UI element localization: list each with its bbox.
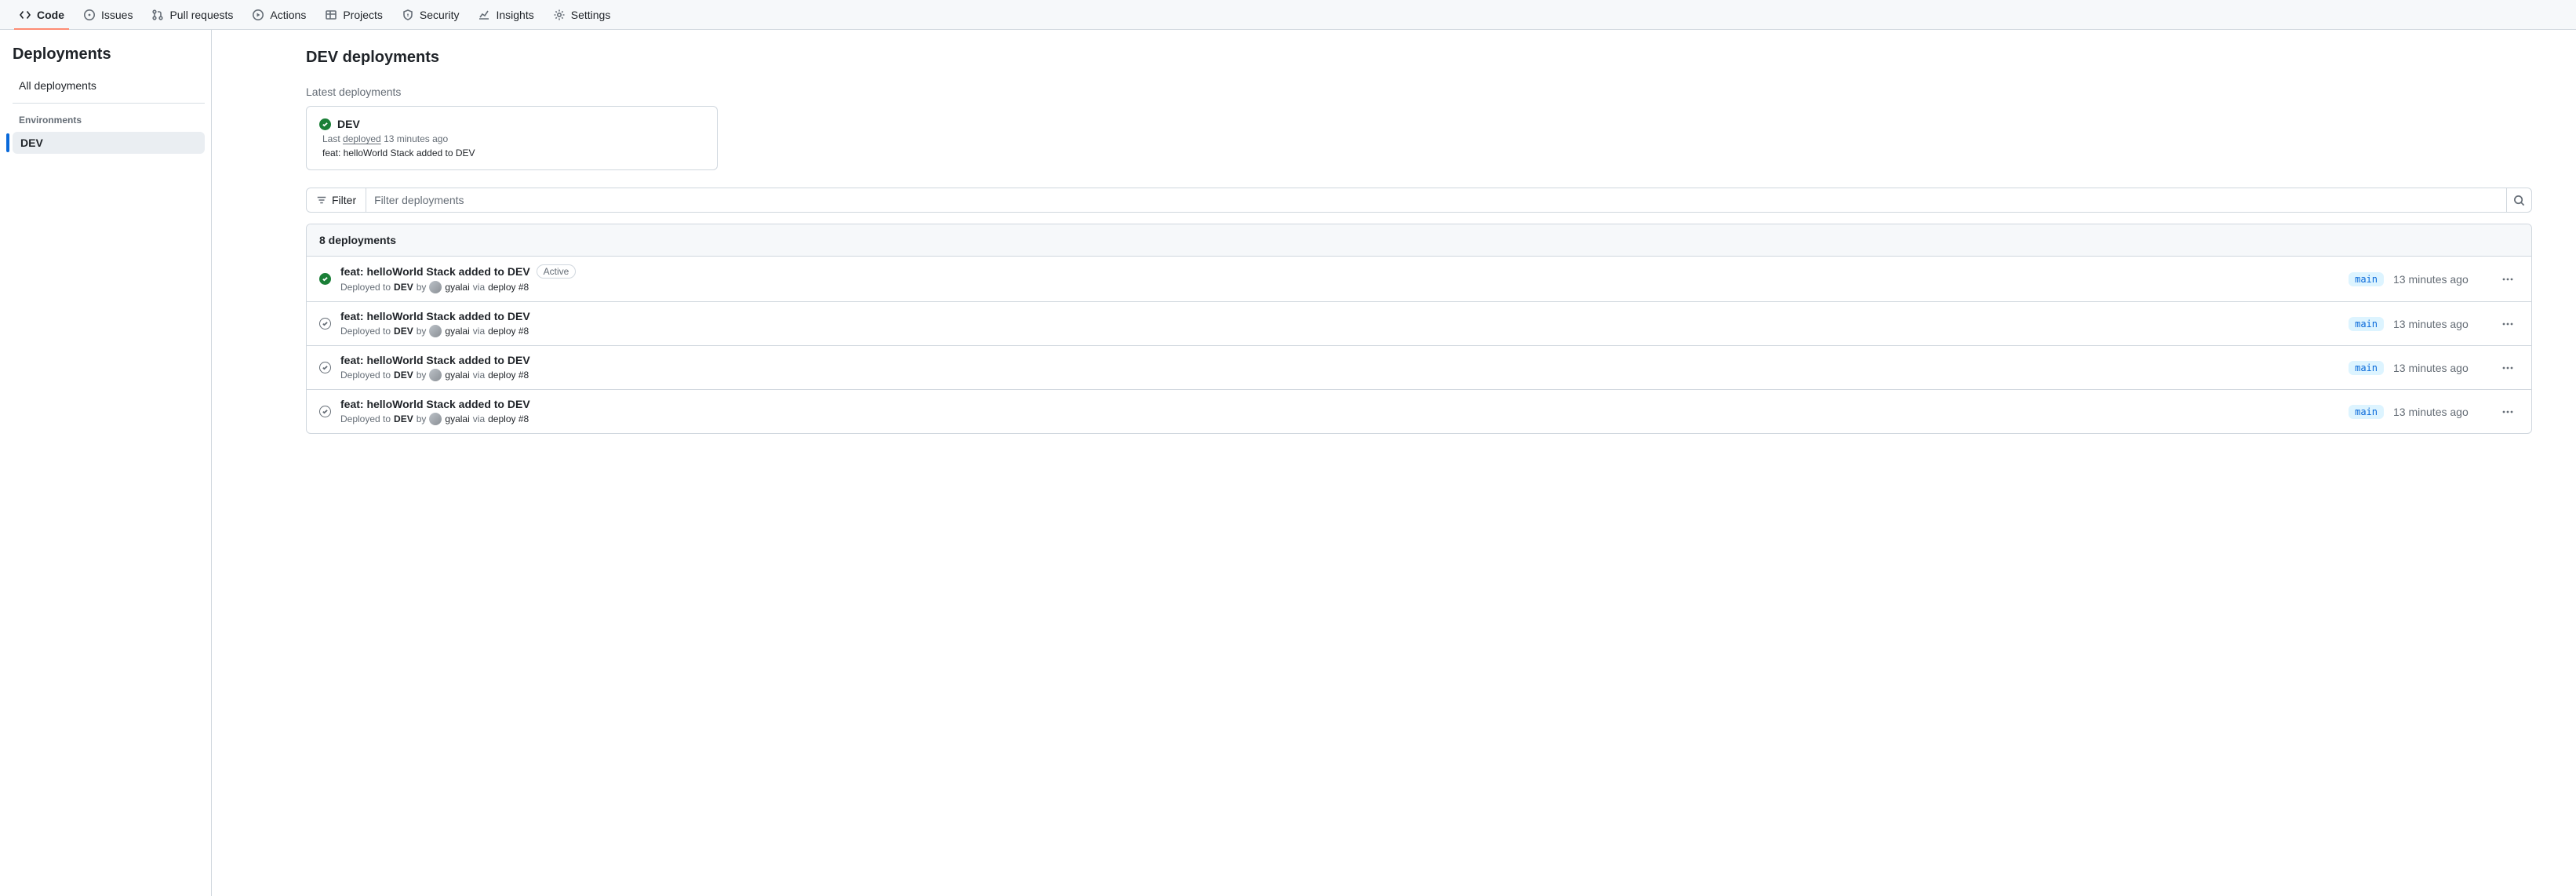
deployment-env-link[interactable]: DEV [394,413,413,424]
sidebar-env-dev[interactable]: DEV [13,132,205,154]
sidebar-env-heading: Environments [13,115,205,132]
tab-projects[interactable]: Projects [318,0,389,30]
tab-code[interactable]: Code [13,0,71,30]
filter-input[interactable] [366,188,2506,212]
avatar[interactable] [429,413,442,425]
deployment-time: 13 minutes ago [2393,318,2487,330]
graph-icon [478,9,490,21]
deployment-title[interactable]: feat: helloWorld Stack added to DEV [340,398,530,410]
search-icon [2513,195,2525,206]
status-success-icon [319,118,331,130]
deployment-subline: Deployed to DEV by gyalai via deploy #8 [340,369,2339,381]
latest-time-line: Last deployed 13 minutes ago [319,133,704,144]
status-success-icon [319,273,331,285]
filter-bar: Filter [306,188,2532,213]
avatar[interactable] [429,369,442,381]
filter-button-label: Filter [332,194,356,206]
deployment-subline: Deployed to DEV by gyalai via deploy #8 [340,413,2339,425]
gear-icon [553,9,566,21]
deployment-run-link[interactable]: deploy #8 [488,413,529,424]
sidebar-divider [13,103,205,104]
kebab-icon [2501,318,2514,330]
row-menu-button[interactable] [2497,313,2519,335]
deployment-row: feat: helloWorld Stack added to DEV Deplo… [307,346,2531,390]
row-menu-button[interactable] [2497,268,2519,290]
status-inactive-icon [319,362,331,373]
repo-topnav: CodeIssuesPull requestsActionsProjectsSe… [0,0,2576,30]
filter-icon [316,195,327,206]
deployment-user-link[interactable]: gyalai [445,326,469,337]
deployment-title[interactable]: feat: helloWorld Stack added to DEV [340,354,530,366]
deployment-env-link[interactable]: DEV [394,326,413,337]
latest-commit-message: feat: helloWorld Stack added to DEV [319,148,704,158]
avatar[interactable] [429,325,442,337]
deployment-user-link[interactable]: gyalai [445,282,469,293]
row-menu-button[interactable] [2497,401,2519,423]
tab-security[interactable]: Security [395,0,466,30]
kebab-icon [2501,273,2514,286]
search-button[interactable] [2506,188,2531,212]
sidebar: Deployments All deployments Environments… [0,30,212,896]
latest-deployments-label: Latest deployments [306,86,2532,98]
issue-icon [83,9,96,21]
branch-badge[interactable]: main [2349,361,2384,375]
page-title: DEV deployments [306,49,2532,67]
deployment-user-link[interactable]: gyalai [445,370,469,381]
latest-deployment-card[interactable]: DEV Last deployed 13 minutes ago feat: h… [306,106,718,170]
tab-issues[interactable]: Issues [77,0,139,30]
tab-pull-requests[interactable]: Pull requests [145,0,239,30]
branch-badge[interactable]: main [2349,317,2384,331]
deployment-list: 8 deployments feat: helloWorld Stack add… [306,224,2532,434]
deployment-run-link[interactable]: deploy #8 [488,282,529,293]
main-content: DEV deployments Latest deployments DEV L… [212,30,2576,896]
pr-icon [151,9,164,21]
play-icon [252,9,264,21]
deployment-run-link[interactable]: deploy #8 [488,370,529,381]
deployment-time: 13 minutes ago [2393,362,2487,374]
deployment-title[interactable]: feat: helloWorld Stack added to DEV [340,310,530,322]
row-menu-button[interactable] [2497,357,2519,379]
status-inactive-icon [319,406,331,417]
deployment-title[interactable]: feat: helloWorld Stack added to DEV [340,265,530,278]
deployment-row: feat: helloWorld Stack added to DEV Deplo… [307,302,2531,346]
deployment-env-link[interactable]: DEV [394,370,413,381]
kebab-icon [2501,362,2514,374]
tab-actions[interactable]: Actions [246,0,312,30]
sidebar-title: Deployments [13,46,205,64]
code-icon [19,9,31,21]
status-inactive-icon [319,318,331,330]
deployment-time: 13 minutes ago [2393,273,2487,286]
tab-insights[interactable]: Insights [471,0,540,30]
deployment-user-link[interactable]: gyalai [445,413,469,424]
sidebar-all-deployments[interactable]: All deployments [13,75,205,97]
deployment-env-link[interactable]: DEV [394,282,413,293]
deployment-row: feat: helloWorld Stack added to DEV Deplo… [307,390,2531,433]
filter-button[interactable]: Filter [307,188,366,212]
kebab-icon [2501,406,2514,418]
tab-settings[interactable]: Settings [547,0,617,30]
deployment-count: 8 deployments [307,224,2531,257]
branch-badge[interactable]: main [2349,405,2384,419]
active-badge: Active [537,264,577,279]
deployment-subline: Deployed to DEV by gyalai via deploy #8 [340,281,2339,293]
latest-deployed-link[interactable]: deployed [343,133,381,144]
deployment-subline: Deployed to DEV by gyalai via deploy #8 [340,325,2339,337]
avatar[interactable] [429,281,442,293]
branch-badge[interactable]: main [2349,272,2384,286]
deployment-row: feat: helloWorld Stack added to DEV Activ… [307,257,2531,302]
latest-env-name: DEV [337,118,360,130]
shield-icon [402,9,414,21]
deployment-time: 13 minutes ago [2393,406,2487,418]
table-icon [325,9,337,21]
deployment-run-link[interactable]: deploy #8 [488,326,529,337]
